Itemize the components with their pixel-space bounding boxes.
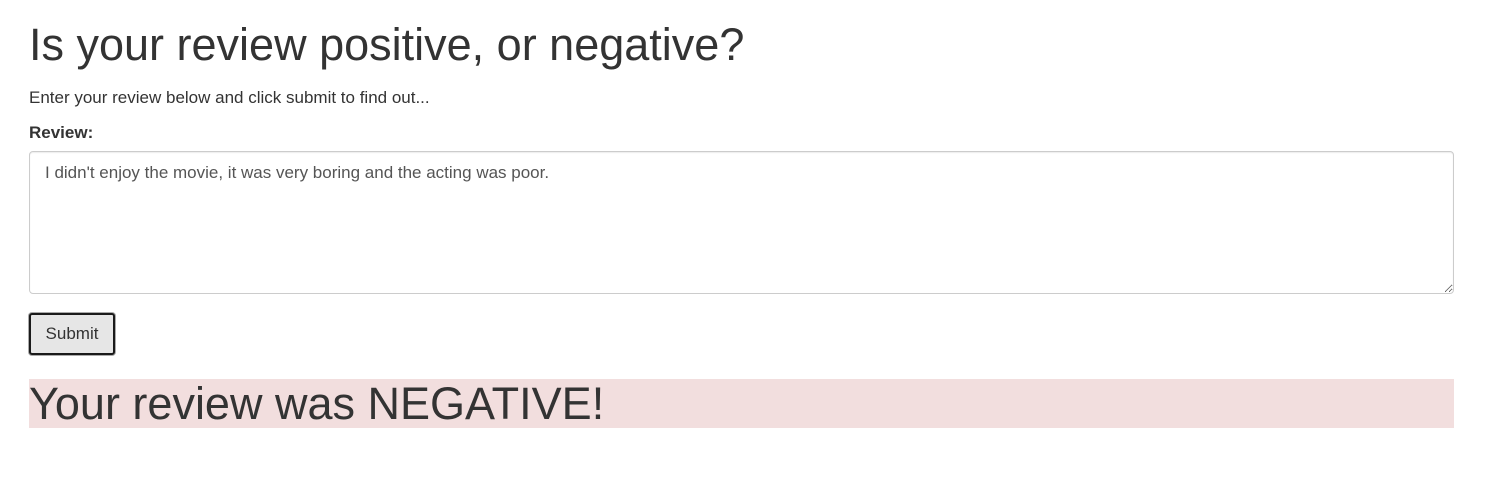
submit-button[interactable]: Submit — [29, 313, 115, 355]
page-subtitle: Enter your review below and click submit… — [29, 88, 430, 107]
main-container: Is your review positive, or negative? En… — [29, 0, 1454, 428]
review-label: Review: — [29, 123, 94, 142]
review-form: Review: I didn't enjoy the movie, it was… — [29, 123, 1454, 355]
page-title: Is your review positive, or negative? — [29, 19, 745, 70]
result-message: Your review was NEGATIVE! — [29, 378, 605, 429]
review-textarea[interactable]: I didn't enjoy the movie, it was very bo… — [29, 151, 1454, 294]
result-banner: Your review was NEGATIVE! — [29, 379, 1454, 428]
